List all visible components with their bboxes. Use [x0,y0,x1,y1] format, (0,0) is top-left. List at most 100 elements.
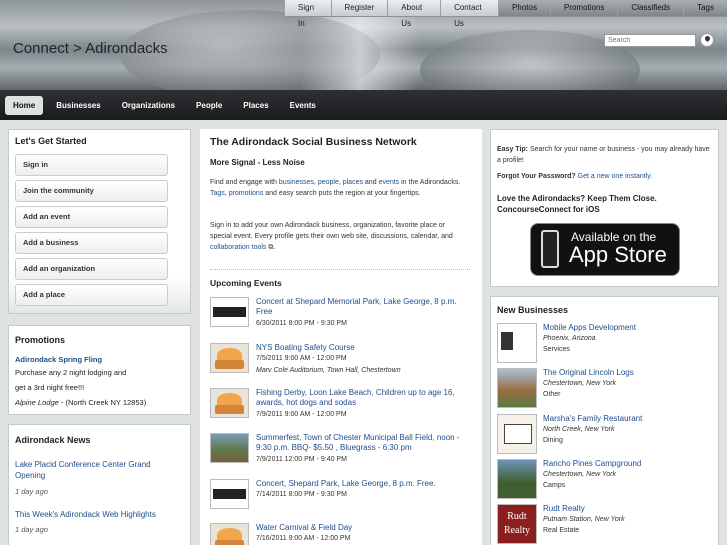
business-logo[interactable] [497,323,537,363]
topnav-photos[interactable]: Photos [498,0,550,17]
app-store-badge[interactable]: Available on the App Store [530,223,680,276]
promotion-location-name: Alpine Lodge [15,398,59,407]
nav-organizations[interactable]: Organizations [114,96,183,115]
nav-businesses[interactable]: Businesses [48,96,108,115]
topnav-tags[interactable]: Tags [683,0,727,17]
add-place-button[interactable]: Add a place [15,284,168,306]
topnav-classifieds[interactable]: Classifieds [617,0,684,17]
event-title[interactable]: Concert at Shepard Memorial Park, Lake G… [256,297,471,317]
business-name[interactable]: Mobile Apps Development [543,323,636,332]
business-name[interactable]: The Original Lincoln Logs [543,368,634,377]
business-category: Services [543,346,570,353]
nav-people[interactable]: People [188,96,230,115]
business-name[interactable]: Rancho Pines Campground [543,459,641,468]
event-time: 7/16/2011 9:00 AM - 12:00 PM [256,535,351,542]
business-item: Rancho Pines Campground Chestertown, New… [497,459,712,503]
new-businesses-title: New Businesses [497,305,569,315]
businesses-link[interactable]: businesses [279,179,314,186]
event-thumbnail[interactable] [210,523,249,545]
page-title: The Adirondack Social Business Network [210,136,417,148]
event-thumbnail[interactable] [210,388,249,418]
event-time: 7/5/2011 9:00 AM - 12:00 PM [256,355,347,362]
event-time: 7/9/2011 9:00 AM - 12:00 PM [256,411,347,418]
forgot-password: Forgot Your Password? Get a new one inst… [497,173,712,180]
join-community-button[interactable]: Join the community [15,180,168,202]
ios-promo-text: Love the Adirondacks? Keep Them Close. C… [497,194,657,214]
promotion-location: Alpine Lodge - (North Creek NY 12853) [15,398,146,407]
event-thumbnail[interactable] [210,343,249,373]
news-item-title[interactable]: This Week's Adirondack Web Highlights [15,509,175,520]
topnav-register[interactable]: Register [330,0,388,17]
nav-home[interactable]: Home [5,95,44,115]
business-location: Phoenix, Arizona [543,335,596,342]
business-logo[interactable] [497,414,537,454]
events-link[interactable]: events [379,179,400,186]
event-title[interactable]: NYS Boating Safety Course [256,343,471,353]
get-started-title: Let's Get Started [15,136,87,146]
event-thumbnail[interactable] [210,433,249,463]
site-header: Connect > Adirondacks Sign In Register A… [0,0,727,90]
event-item: Concert at Shepard Memorial Park, Lake G… [210,297,472,337]
event-time: 7/9/2011 12:00 PM - 9:40 PM [256,456,347,463]
business-location: Chestertown, New York [543,471,617,478]
news-item-title[interactable]: Lake Placid Conference Center Grand Open… [15,459,175,481]
event-item: Summerfest, Town of Chester Municipal Ba… [210,433,472,473]
business-item: The Original Lincoln Logs Chestertown, N… [497,368,712,412]
search-input[interactable] [604,34,696,47]
promotions-panel: Promotions Adirondack Spring Fling Purch… [8,325,191,415]
easy-tip-label: Easy Tip: [497,146,528,153]
business-location: Chestertown, New York [543,380,617,387]
business-item: Rudt Realty Rudt Realty Putnam Station, … [497,504,712,545]
intro-paragraph: Find and engage with businesses, people,… [210,179,461,197]
collaboration-tools-link[interactable]: collaboration tools [210,244,266,251]
business-category: Real Estate [543,527,580,534]
main-content: The Adirondack Social Business Network M… [200,129,482,545]
easy-tip: Easy Tip: Search for your name or busine… [497,144,712,166]
add-organization-button[interactable]: Add an organization [15,258,168,280]
business-category: Other [543,391,561,398]
promotion-link[interactable]: Adirondack Spring Fling [15,355,102,364]
top-nav: Sign In Register About Us Contact Us Pho… [284,0,727,28]
business-logo[interactable] [497,459,537,499]
event-thumbnail[interactable] [210,479,249,509]
topnav-about-us[interactable]: About Us [387,0,441,28]
add-business-button[interactable]: Add a business [15,232,168,254]
business-name[interactable]: Rudt Realty [543,504,585,513]
sign-in-button[interactable]: Sign in [15,154,168,176]
nav-places[interactable]: Places [235,96,276,115]
event-item: Concert, Shepard Park, Lake George, 8 p.… [210,479,472,519]
news-panel: Adirondack News Lake Placid Conference C… [8,424,191,545]
page-subtitle: More Signal - Less Noise [210,158,305,167]
topnav-contact-us[interactable]: Contact Us [440,0,499,28]
easy-tip-text: Search for your name or business - you m… [497,146,710,164]
divider [210,269,470,270]
business-logo[interactable]: Rudt Realty [497,504,537,544]
news-item-date: 1 day ago [15,525,48,534]
reset-password-link[interactable]: Get a new one instantly. [578,173,653,180]
event-title[interactable]: Water Carnival & Field Day [256,523,471,533]
app-store-badge-line2: App Store [569,242,667,267]
map-pin-icon[interactable] [700,33,714,47]
event-time: 6/30/2011 8:00 PM - 9:30 PM [256,320,347,327]
event-item: NYS Boating Safety Course 7/5/2011 9:00 … [210,343,472,383]
business-logo[interactable] [497,368,537,408]
business-item: Mobile Apps Development Phoenix, Arizona… [497,323,712,367]
event-title[interactable]: Summerfest, Town of Chester Municipal Ba… [256,433,471,453]
event-title[interactable]: Fishing Derby, Loon Lake Beach, Children… [256,388,471,408]
add-event-button[interactable]: Add an event [15,206,168,228]
business-name[interactable]: Marsha's Family Restaurant [543,414,642,423]
nav-events[interactable]: Events [282,96,324,115]
places-link[interactable]: places [343,179,363,186]
people-link[interactable]: people [318,179,339,186]
business-location: North Creek, New York [543,426,615,433]
event-title[interactable]: Concert, Shepard Park, Lake George, 8 p.… [256,479,471,489]
tags-link[interactable]: Tags [210,190,225,197]
promotions-link[interactable]: promotions [229,190,264,197]
business-item: Marsha's Family Restaurant North Creek, … [497,414,712,458]
site-title[interactable]: Connect > Adirondacks [13,40,168,57]
event-thumbnail[interactable] [210,297,249,327]
topnav-promotions[interactable]: Promotions [549,0,618,17]
topnav-sign-in[interactable]: Sign In [284,0,331,28]
upcoming-events-title: Upcoming Events [210,278,282,288]
event-item: Water Carnival & Field Day 7/16/2011 9:0… [210,523,472,545]
